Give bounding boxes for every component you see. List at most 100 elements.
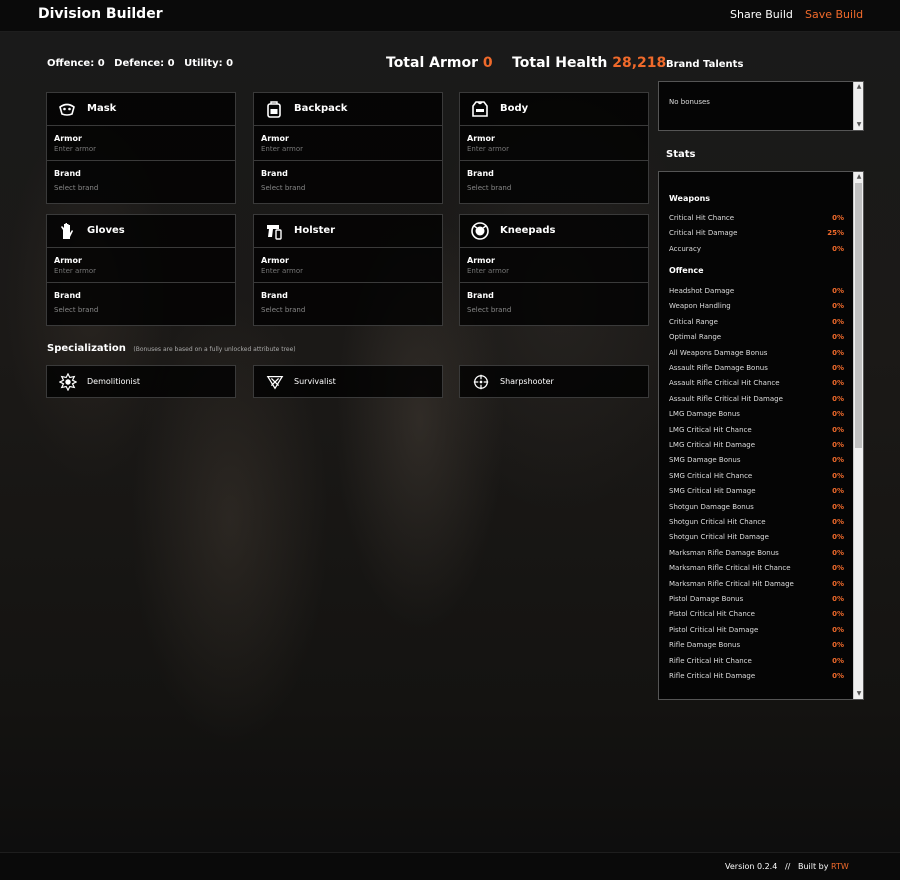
stat-label: Marksman Rifle Critical Hit Damage (669, 579, 794, 588)
stats-scrollbar[interactable]: ▲ ▼ (853, 172, 863, 699)
stat-label: Rifle Damage Bonus (669, 641, 741, 650)
gear-card-body: Body Armor Brand Select brand (459, 92, 649, 204)
armor-input[interactable] (54, 267, 224, 275)
armor-field: Armor (47, 126, 235, 161)
gear-card-title: Kneepads (500, 225, 556, 236)
stat-value: 0% (832, 595, 844, 603)
brand-talents-title: Brand Talents (666, 59, 744, 70)
gear-card-title: Gloves (87, 225, 125, 236)
stat-label: Assault Rifle Critical Hit Chance (669, 379, 780, 388)
stat-value: 0% (832, 471, 844, 480)
stat-label: LMG Damage Bonus (669, 410, 740, 419)
brand-select[interactable]: Select brand (261, 184, 305, 192)
stat-label: Weapon Handling (669, 302, 731, 311)
armor-label: Armor (467, 256, 495, 265)
stat-row: Weapon Handling 0% (669, 302, 844, 310)
stat-label: Assault Rifle Critical Hit Damage (669, 394, 783, 403)
stat-label: LMG Critical Hit Damage (669, 441, 756, 449)
specialization-note: (Bonuses are based on a fully unlocked a… (133, 346, 296, 353)
brand-select[interactable]: Select brand (54, 184, 98, 192)
brand-label: Brand (54, 291, 81, 300)
scroll-up-icon[interactable]: ▲ (854, 172, 863, 182)
brand-label: Brand (54, 169, 81, 178)
gear-card-kneepads: Kneepads Armor Brand Select brand (459, 214, 649, 326)
scroll-down-icon[interactable]: ▼ (854, 120, 864, 130)
specialization-title: Specialization (47, 343, 126, 354)
armor-input[interactable] (54, 145, 224, 153)
stat-value: 0% (832, 548, 844, 557)
stat-value: 0% (832, 672, 844, 680)
spec-demolitionist[interactable]: Demolitionist (46, 365, 236, 398)
stat-label: SMG Damage Bonus (669, 456, 741, 465)
share-build-link[interactable]: Share Build (730, 8, 793, 21)
armor-input[interactable] (261, 267, 431, 275)
spec-label: Demolitionist (87, 377, 141, 386)
navbar: Division Builder Share Build Save Build (0, 0, 900, 32)
armor-label: Armor (261, 256, 289, 265)
stat-label: Rifle Critical Hit Chance (669, 656, 752, 665)
stat-row: SMG Damage Bonus 0% (669, 456, 844, 464)
gear-card-backpack: Backpack Armor Brand Select brand (253, 92, 443, 204)
stat-label: Critical Range (669, 317, 718, 326)
stat-value: 0% (832, 394, 844, 403)
spec-sharpshooter[interactable]: Sharpshooter (459, 365, 649, 398)
stat-value: 0% (832, 348, 844, 357)
armor-label: Armor (467, 134, 495, 143)
brand-logo[interactable]: Division Builder (38, 6, 163, 22)
stats-panel: Weapons Offence Critical Hit Chance 0% Cri… (658, 171, 864, 700)
brand-select[interactable]: Select brand (54, 306, 98, 314)
stat-row: Pistol Damage Bonus 0% (669, 595, 844, 603)
stat-value: 0% (832, 610, 844, 619)
brand-select[interactable]: Select brand (261, 306, 305, 314)
stat-row: Marksman Rifle Damage Bonus 0% (669, 549, 844, 557)
scroll-down-icon[interactable]: ▼ (854, 689, 863, 699)
stat-row: Accuracy 0% (669, 245, 844, 253)
totals: Total Armor 0 Total Health 28,218 (386, 55, 666, 71)
brand-label: Brand (467, 291, 494, 300)
scroll-thumb[interactable] (855, 183, 862, 448)
stat-row: Critical Range 0% (669, 318, 844, 326)
gear-card-header: Holster (254, 215, 442, 248)
utility-count: Utility: 0 (184, 58, 234, 69)
stat-label: Optimal Range (669, 333, 722, 342)
stat-row: Shotgun Critical Hit Chance 0% (669, 518, 844, 526)
stat-label: Pistol Damage Bonus (669, 595, 744, 603)
offence-count: Offence: 0 (47, 58, 105, 69)
brand-field: Brand Select brand (460, 283, 648, 325)
kneepads-icon (471, 222, 489, 240)
author-link[interactable]: RTW (831, 862, 849, 871)
stat-value: 0% (832, 579, 844, 588)
brand-talents-scrollbar[interactable]: ▲ ▼ (853, 82, 863, 130)
armor-input[interactable] (467, 145, 637, 153)
spec-label: Sharpshooter (500, 377, 554, 386)
brand-select[interactable]: Select brand (467, 306, 511, 314)
stat-value: 0% (832, 302, 844, 311)
gear-card-header: Body (460, 93, 648, 126)
stat-value: 0% (832, 244, 844, 253)
stat-row: Assault Rifle Critical Hit Damage 0% (669, 395, 844, 403)
save-build-link[interactable]: Save Build (805, 8, 863, 21)
spec-survivalist[interactable]: Survivalist (253, 365, 443, 398)
stat-value: 0% (832, 317, 844, 326)
gear-card-title: Backpack (294, 103, 348, 114)
stat-label: Pistol Critical Hit Chance (669, 610, 755, 619)
scroll-up-icon[interactable]: ▲ (854, 82, 864, 92)
gear-card-title: Mask (87, 103, 117, 114)
armor-input[interactable] (467, 267, 637, 275)
total-armor-value: 0 (482, 55, 493, 71)
gear-card-title: Holster (294, 225, 336, 236)
stat-value: 0% (832, 518, 844, 526)
stat-row: Optimal Range 0% (669, 333, 844, 341)
stat-label: LMG Critical Hit Chance (669, 425, 752, 434)
gear-card-header: Kneepads (460, 215, 648, 248)
brand-talents-panel: No bonuses ▲ ▼ (658, 81, 864, 131)
brand-select[interactable]: Select brand (467, 184, 511, 192)
armor-input[interactable] (261, 145, 431, 153)
stat-row: Assault Rifle Critical Hit Chance 0% (669, 379, 844, 387)
armor-field: Armor (460, 248, 648, 283)
stat-row: Rifle Critical Hit Chance 0% (669, 657, 844, 665)
stat-value: 0% (832, 456, 844, 465)
stat-value: 0% (832, 502, 844, 511)
stat-label: All Weapons Damage Bonus (669, 348, 768, 357)
brand-talents-text: No bonuses (669, 98, 710, 106)
